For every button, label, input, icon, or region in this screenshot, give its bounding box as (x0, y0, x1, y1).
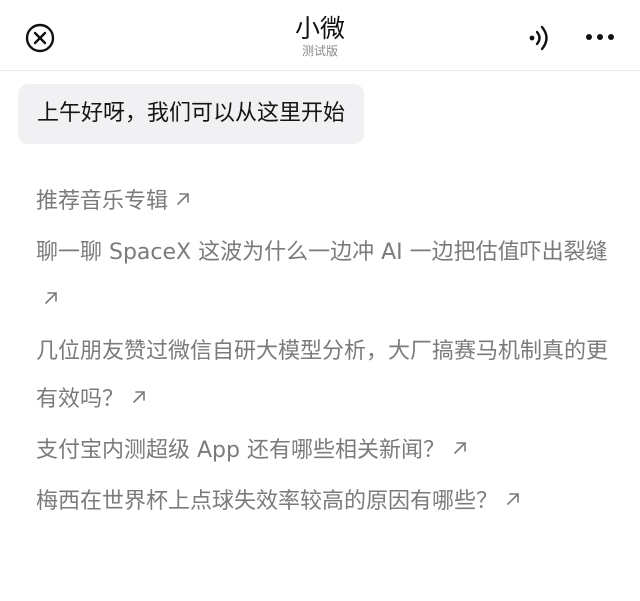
arrow-up-right-icon (133, 391, 145, 403)
header-bar: 小微 测试版 (0, 0, 640, 71)
arrow-up-right-icon (454, 442, 466, 454)
suggestion-item[interactable]: 聊一聊 SpaceX 这波为什么一边冲 AI 一边把估值吓出裂缝 (36, 229, 616, 325)
suggestion-text: 聊一聊 SpaceX 这波为什么一边冲 AI 一边把估值吓出裂缝 (36, 240, 608, 265)
arrow-up-right-icon (45, 292, 57, 304)
arrow-up-right-icon (507, 493, 519, 505)
voice-button[interactable] (526, 24, 554, 52)
greeting-bubble: 上午好呀，我们可以从这里开始 (18, 84, 365, 144)
arrow-up-right-icon (177, 193, 189, 205)
suggestion-text: 推荐音乐专辑 (36, 189, 169, 214)
more-button[interactable] (584, 27, 616, 47)
suggestion-item[interactable]: 支付宝内测超级 App 还有哪些相关新闻？ (36, 427, 616, 475)
suggestion-text: 几位朋友赞过微信自研大模型分析，大厂搞赛马机制真的更有效吗？ (36, 339, 609, 412)
suggestion-text: 梅西在世界杯上点球失效率较高的原因有哪些？ (36, 489, 499, 514)
suggestion-list: 推荐音乐专辑 聊一聊 SpaceX 这波为什么一边冲 AI 一边把估值吓出裂缝 … (36, 178, 616, 529)
suggestion-item[interactable]: 几位朋友赞过微信自研大模型分析，大厂搞赛马机制真的更有效吗？ (36, 328, 616, 424)
suggestion-text: 支付宝内测超级 App 还有哪些相关新闻？ (36, 438, 445, 463)
chat-page: 小微 测试版 上午好呀，我们可以从这里开始 推荐音乐专辑 聊一聊 SpaceX … (0, 0, 640, 601)
voice-icon (529, 25, 548, 51)
more-horizontal-icon (586, 34, 614, 40)
suggestion-item[interactable]: 梅西在世界杯上点球失效率较高的原因有哪些？ (36, 478, 616, 526)
suggestion-item[interactable]: 推荐音乐专辑 (36, 178, 616, 226)
